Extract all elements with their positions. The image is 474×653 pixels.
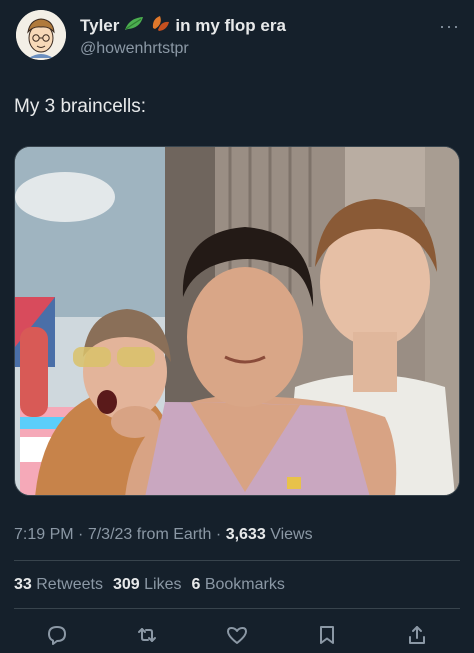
bookmark-icon[interactable] — [314, 622, 340, 648]
display-name[interactable]: Tyler — [80, 16, 119, 36]
divider — [14, 560, 460, 561]
tweet-header: Tyler in my flop era @howenhrtstpr ··· — [14, 8, 460, 64]
autumn-leaves-icon — [149, 14, 171, 37]
like-icon[interactable] — [224, 622, 250, 648]
tweet-time[interactable]: 7:19 PM — [14, 526, 74, 543]
tweet-image[interactable] — [14, 146, 460, 496]
display-name-suffix[interactable]: in my flop era — [175, 16, 286, 36]
user-handle[interactable]: @howenhrtstpr — [80, 40, 189, 58]
leaf-icon — [123, 14, 145, 37]
views-label: Views — [270, 526, 313, 543]
reply-icon[interactable] — [44, 622, 70, 648]
more-options-icon[interactable]: ··· — [439, 16, 460, 37]
likes-stat[interactable]: 309 Likes — [113, 576, 182, 594]
action-bar — [14, 618, 460, 652]
retweet-icon[interactable] — [134, 622, 160, 648]
tweet-source: from Earth — [136, 526, 212, 543]
retweets-stat[interactable]: 33 Retweets — [14, 576, 103, 594]
display-name-row[interactable]: Tyler in my flop era — [80, 14, 286, 37]
divider — [14, 608, 460, 609]
tweet-date[interactable]: 7/3/23 — [88, 526, 132, 543]
share-icon[interactable] — [404, 622, 430, 648]
tweet-text: My 3 braincells: — [14, 96, 146, 117]
bookmarks-stat[interactable]: 6 Bookmarks — [191, 576, 284, 594]
engagement-stats: 33 Retweets 309 Likes 6 Bookmarks — [14, 576, 285, 594]
tweet-meta: 7:19 PM · 7/3/23 from Earth · 3,633 View… — [14, 526, 313, 543]
views-count: 3,633 — [225, 526, 266, 543]
avatar[interactable] — [16, 10, 66, 60]
